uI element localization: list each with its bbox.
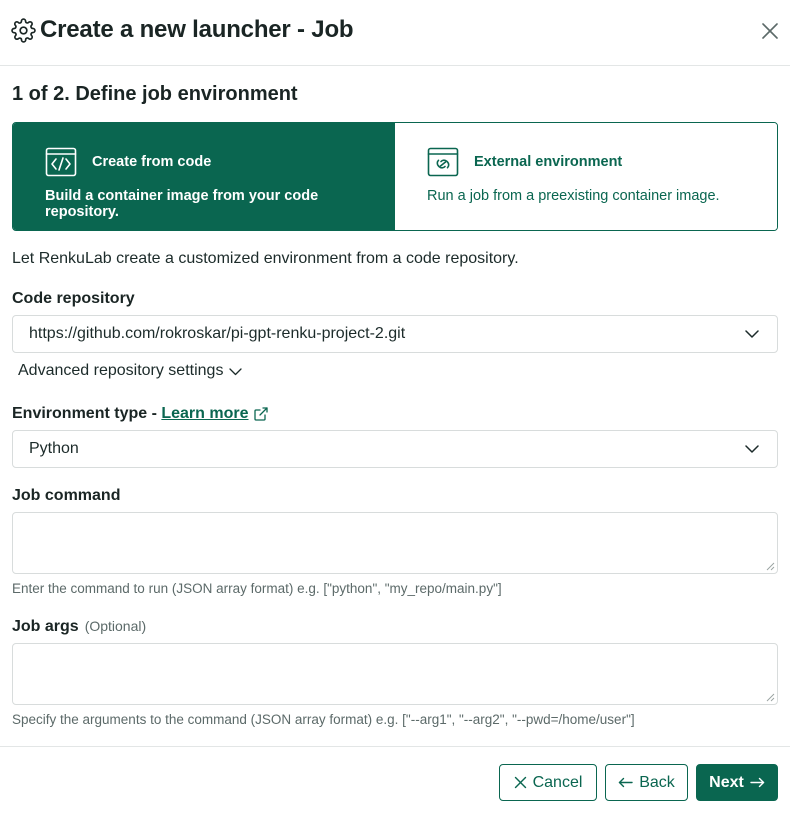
advanced-repository-settings-label: Advanced repository settings [18,362,224,379]
environment-type-value: Python [29,440,79,457]
chevron-down-icon [745,330,759,338]
back-button[interactable]: Back [605,764,688,801]
job-command-help: Enter the command to run (JSON array for… [12,581,502,596]
dialog-title: Create a new launcher - Job [40,16,354,43]
environment-type-select[interactable]: Python [12,430,778,468]
environment-type-label-row: Environment type - Learn more [12,405,269,423]
code-repository-select[interactable]: https://github.com/rokroskar/pi-gpt-renk… [12,315,778,353]
arrow-right-icon [750,777,765,788]
card-description: Build a container image from your code r… [45,188,319,220]
job-args-help: Specify the arguments to the command (JS… [12,712,635,727]
close-icon [514,776,526,789]
next-label: Next [709,773,744,791]
advanced-repository-settings-toggle[interactable]: Advanced repository settings [18,362,243,380]
job-args-input[interactable] [12,643,778,705]
footer-divider [0,746,790,747]
job-args-label-row: Job args (Optional) [12,618,146,636]
resize-handle-icon[interactable] [766,562,775,571]
chevron-down-icon [229,367,243,375]
learn-more-link[interactable]: Learn more [161,405,248,423]
cancel-button[interactable]: Cancel [499,764,597,801]
job-command-input[interactable] [12,512,778,574]
resize-handle-icon[interactable] [766,693,775,702]
environment-source-selector: Create from code Build a container image… [12,122,778,231]
intro-text: Let RenkuLab create a customized environ… [12,250,519,267]
chevron-down-icon [745,445,759,453]
arrow-left-icon [619,777,633,788]
job-args-label: Job args [12,618,79,635]
external-link-icon[interactable] [253,406,269,422]
job-command-label: Job command [12,487,121,504]
card-title: External environment [474,154,623,170]
code-repository-value: https://github.com/rokroskar/pi-gpt-renk… [29,325,406,342]
next-button[interactable]: Next [696,764,778,801]
card-create-from-code[interactable]: Create from code Build a container image… [13,123,395,230]
card-description: Run a job from a preexisting container i… [427,188,720,204]
cancel-label: Cancel [532,773,583,791]
environment-type-label: Environment type - [12,405,162,422]
gear-icon [11,18,36,43]
code-box-icon [45,147,77,177]
back-label: Back [639,773,675,791]
code-repository-label: Code repository [12,290,135,307]
external-link-box-icon [427,147,459,177]
optional-badge: (Optional) [84,618,147,634]
card-title: Create from code [92,154,212,170]
card-external-environment[interactable]: External environment Run a job from a pr… [395,123,777,230]
dialog-header: Create a new launcher - Job [0,0,790,66]
step-title: 1 of 2. Define job environment [12,83,298,105]
close-icon[interactable] [760,21,780,41]
